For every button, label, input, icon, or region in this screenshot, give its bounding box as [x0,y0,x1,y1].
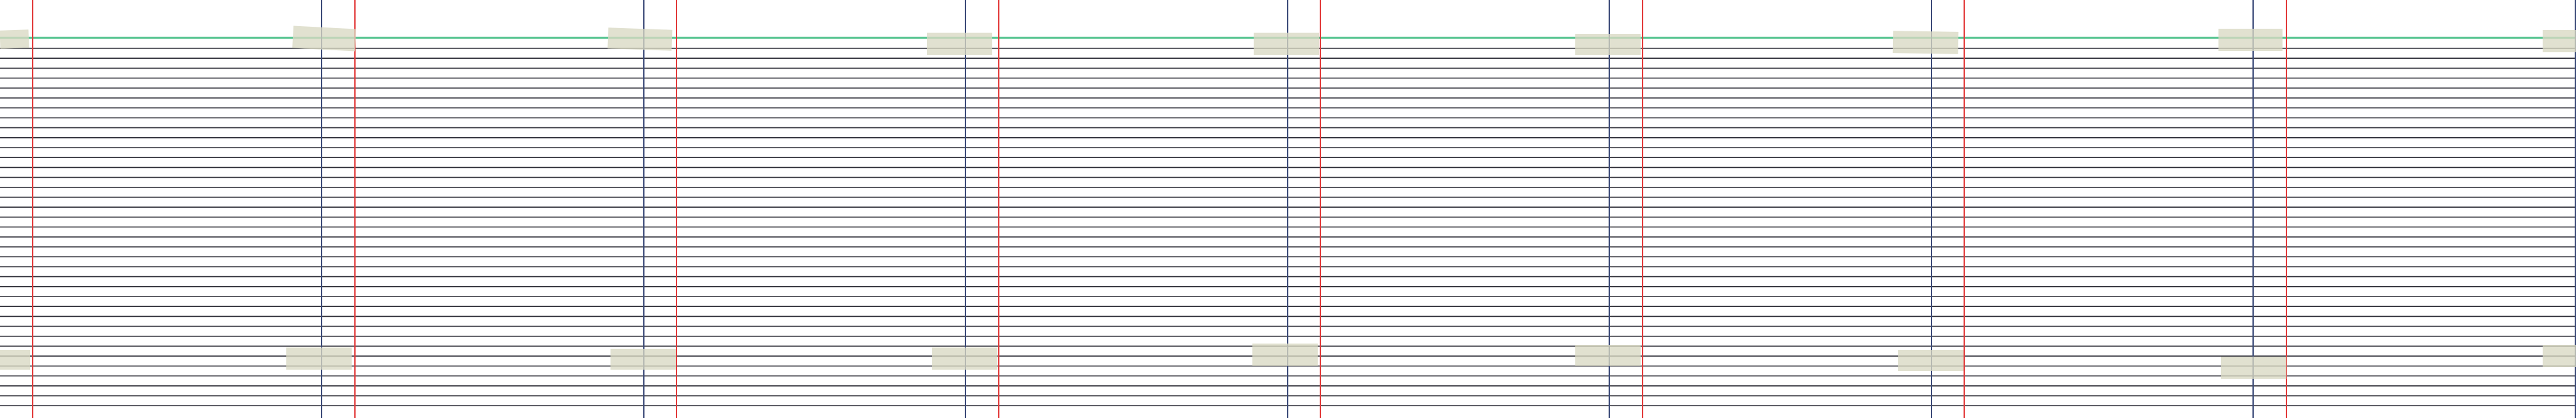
tape-piece [1575,34,1641,55]
tape-piece [2221,357,2286,379]
tape-piece [286,347,352,370]
tape-piece [1254,33,1319,55]
tape-piece [2543,345,2576,367]
tape-piece [2218,29,2283,51]
tape-piece [2543,30,2576,52]
tape-piece [1575,345,1641,366]
ruled-paper-canvas [0,0,2576,418]
tape-piece [611,349,676,370]
tape-piece [1898,350,1964,371]
tape-piece [0,350,30,370]
notebook-paper-strip [0,0,2576,418]
tape-piece [0,29,29,49]
tape-piece [1252,344,1318,366]
tape-piece [932,347,997,370]
tape-piece [1892,31,1959,54]
tape-piece [607,27,673,51]
tape-piece [292,25,356,52]
tape-piece [927,33,992,55]
